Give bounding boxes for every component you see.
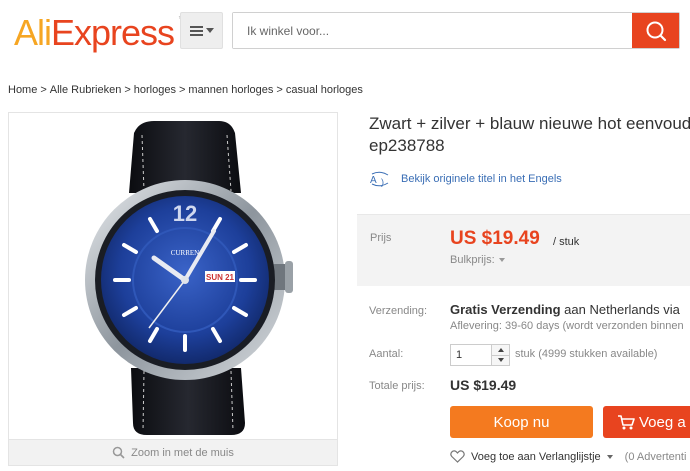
cart-icon	[618, 415, 635, 430]
quantity-available: stuk (4999 stukken available)	[515, 348, 658, 360]
hamburger-icon	[189, 25, 203, 36]
bulk-price-label: Bulkprijs:	[450, 254, 495, 266]
free-shipping-text: Gratis Verzending	[450, 302, 561, 317]
product-title-line2: ep238788	[369, 136, 445, 155]
zoom-hint-bar: Zoom in met de muis	[8, 440, 338, 466]
price-box: Prijs US $19.49 / stuk Bulkprijs:	[357, 214, 690, 286]
chevron-down-icon	[498, 258, 505, 262]
shipping-info: Gratis Verzending aan Netherlands via	[450, 302, 680, 317]
buy-now-label: Koop nu	[493, 413, 550, 431]
aliexpress-logo[interactable]: AliExpress ™	[14, 12, 185, 54]
add-to-cart-button[interactable]: Voeg a	[603, 406, 690, 438]
shipping-to-text: aan	[564, 302, 586, 317]
zoom-hint-text: Zoom in met de muis	[131, 446, 234, 459]
breadcrumb-watches[interactable]: horloges	[134, 84, 176, 96]
watch-brand-text: CURREN	[171, 249, 199, 257]
product-image[interactable]: 12 CURREN SUN 21	[8, 112, 338, 440]
categories-menu-button[interactable]	[180, 12, 223, 49]
zoom-icon	[112, 446, 125, 459]
chevron-down-icon	[205, 28, 214, 33]
add-to-cart-label: Voeg a	[639, 413, 686, 431]
quantity-increase-button[interactable]	[492, 345, 509, 355]
heart-icon	[450, 450, 465, 463]
quantity-decrease-button[interactable]	[492, 354, 509, 365]
price-value: US $19.49	[450, 228, 540, 249]
product-title: Zwart + zilver + blauw nieuwe hot eenvou…	[369, 113, 690, 157]
original-title-link[interactable]: A ) Bekijk originele titel in het Engels	[369, 171, 562, 187]
price-label: Prijs	[370, 232, 392, 244]
quantity-label: Aantal:	[369, 348, 404, 360]
product-title-line1: Zwart + zilver + blauw nieuwe hot eenvou…	[369, 114, 690, 133]
search-input[interactable]	[233, 13, 632, 48]
arrow-up-icon	[497, 347, 504, 352]
total-price: US $19.49	[450, 377, 517, 393]
shipping-country-link[interactable]: Netherlands via	[590, 302, 680, 317]
wishlist-count: (0 Advertenti	[624, 450, 687, 463]
wishlist-label: Voeg toe aan Verlanglijstje	[471, 450, 601, 463]
shipping-label: Verzending:	[369, 305, 428, 317]
breadcrumb-home[interactable]: Home	[8, 84, 37, 96]
original-title-link-text: Bekijk originele titel in het Engels	[401, 173, 562, 185]
logo-express: Express	[51, 12, 175, 53]
search-bar	[232, 12, 680, 49]
delivery-estimate: Aflevering: 39-60 days (wordt verzonden …	[450, 320, 684, 332]
quantity-input[interactable]	[451, 345, 491, 365]
bulk-price-dropdown[interactable]: Bulkprijs:	[450, 254, 505, 266]
breadcrumb-men-watches[interactable]: mannen horloges	[188, 84, 273, 96]
quantity-step-buttons	[491, 345, 509, 365]
logo-ali: Ali	[14, 12, 52, 53]
translate-icon: A )	[370, 171, 389, 187]
breadcrumb: Home > Alle Rubrieken > horloges > mannen horl…	[8, 84, 363, 96]
buy-now-button[interactable]: Koop nu	[450, 406, 593, 438]
svg-text:12: 12	[173, 201, 197, 226]
price-unit: / stuk	[553, 236, 580, 248]
watch-date-text: SUN 21	[206, 273, 235, 282]
search-icon	[646, 21, 666, 41]
breadcrumb-all-categories[interactable]: Alle Rubrieken	[50, 84, 122, 96]
arrow-down-icon	[497, 358, 504, 363]
quantity-stepper	[450, 344, 510, 366]
wishlist-button[interactable]: Voeg toe aan Verlanglijstje (0 Advertent…	[450, 450, 686, 463]
search-button[interactable]	[632, 13, 679, 48]
total-label: Totale prijs:	[369, 380, 425, 392]
breadcrumb-casual-watches[interactable]: casual horloges	[286, 84, 363, 96]
chevron-down-icon[interactable]	[606, 454, 613, 459]
watch-image: 12 CURREN SUN 21	[85, 121, 293, 435]
header: AliExpress ™	[0, 0, 690, 62]
